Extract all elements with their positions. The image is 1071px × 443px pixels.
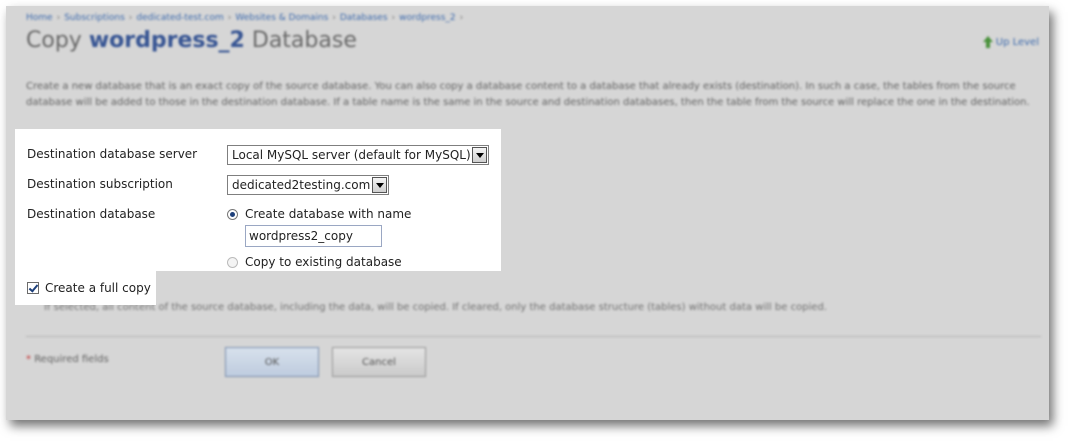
required-fields-label: Required fields (34, 354, 109, 365)
dropdown-arrow-icon[interactable] (472, 147, 487, 163)
destination-settings-highlight: Destination database server Local MySQL … (15, 129, 501, 271)
breadcrumb-databases[interactable]: Databases (340, 13, 388, 23)
required-star: * (26, 354, 31, 365)
breadcrumb-subscription-domain[interactable]: dedicated-test.com (136, 13, 223, 23)
full-copy-label[interactable]: Create a full copy (45, 281, 151, 295)
page-panel: Home › Subscriptions › dedicated-test.com › We… (6, 6, 1049, 420)
breadcrumb-separator: › (227, 13, 232, 23)
breadcrumb-home[interactable]: Home (26, 13, 53, 23)
breadcrumb-separator: › (391, 13, 396, 23)
cancel-button[interactable]: Cancel (332, 347, 426, 377)
intro-text: Create a new database that is an exact c… (26, 81, 1030, 108)
create-database-radio-label[interactable]: Create database with name (245, 207, 411, 221)
dropdown-arrow-icon[interactable] (372, 177, 387, 193)
breadcrumb-websites-domains[interactable]: Websites & Domains (235, 13, 328, 23)
up-arrow-icon (982, 36, 993, 48)
page-title-db-name: wordpress_2 (88, 28, 245, 53)
breadcrumb: Home › Subscriptions › dedicated-test.com › We… (26, 13, 467, 23)
destination-subscription-select[interactable]: dedicated2testing.com (227, 175, 389, 195)
breadcrumb-separator: › (332, 13, 336, 23)
destination-server-select[interactable]: Local MySQL server (default for MySQL) (227, 145, 489, 165)
create-database-radio[interactable] (227, 209, 238, 220)
up-level-label: Up Level (995, 36, 1039, 48)
breadcrumb-separator: › (459, 13, 464, 23)
breadcrumb-separator: › (128, 13, 133, 23)
breadcrumb-separator: › (56, 13, 61, 23)
destination-subscription-value: dedicated2testing.com (232, 178, 371, 192)
page-title-suffix: Database (251, 28, 357, 53)
ok-button[interactable]: OK (225, 347, 319, 377)
copy-existing-radio-label[interactable]: Copy to existing database (245, 255, 402, 269)
destination-subscription-label: Destination subscription (27, 177, 173, 191)
new-database-name-input[interactable]: wordpress2_copy (245, 225, 382, 247)
full-copy-highlight: Create a full copy (15, 271, 156, 305)
dialog-frame: Home › Subscriptions › dedicated-test.com › We… (6, 6, 1049, 420)
destination-server-label: Destination database server (27, 147, 198, 161)
page-title: Copy wordpress_2 Database (26, 28, 357, 53)
full-copy-checkbox[interactable] (27, 282, 39, 294)
full-copy-hint: If selected, all content of the source d… (44, 302, 827, 313)
destination-database-label: Destination database (27, 207, 156, 221)
copy-existing-radio[interactable] (227, 257, 238, 268)
up-level-link[interactable]: Up Level (982, 36, 1039, 48)
required-fields-note: * Required fields (26, 354, 109, 365)
breadcrumb-current-db[interactable]: wordpress_2 (399, 13, 455, 23)
breadcrumb-subscriptions[interactable]: Subscriptions (64, 13, 125, 23)
destination-server-value: Local MySQL server (default for MySQL) (232, 148, 471, 162)
page-title-prefix: Copy (26, 28, 82, 53)
footer-divider (26, 336, 1041, 337)
